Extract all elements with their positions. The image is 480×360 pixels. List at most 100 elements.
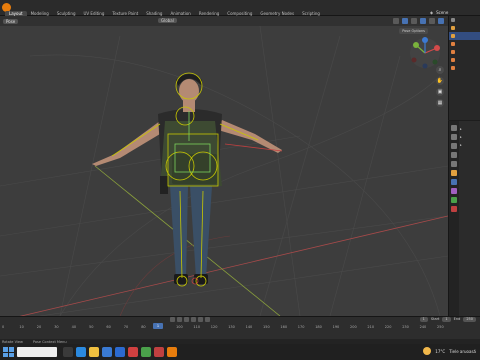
- weather-temp: 17°C: [435, 348, 446, 354]
- edge-browser-icon[interactable]: [76, 347, 86, 357]
- orientation-dropdown[interactable]: Global: [158, 18, 177, 23]
- shading-solid-icon[interactable]: [438, 18, 444, 24]
- data-tab-icon[interactable]: [451, 197, 457, 203]
- ruler-tick: 60: [106, 325, 111, 329]
- pose-options-button[interactable]: Pose Options: [399, 28, 428, 34]
- outliner-row[interactable]: [449, 40, 480, 48]
- xray-icon[interactable]: [420, 18, 426, 24]
- end-label: End: [453, 317, 461, 321]
- ruler-tick: 40: [71, 325, 77, 329]
- media-app-icon[interactable]: [154, 347, 164, 357]
- timeline-ruler[interactable]: 0102030405060708090100110120130140150160…: [0, 325, 448, 331]
- viewport-scene: [0, 25, 448, 316]
- overlay-icon[interactable]: [411, 18, 417, 24]
- playhead[interactable]: 1: [153, 323, 163, 329]
- outliner-row[interactable]: [449, 64, 480, 72]
- mesh-icon: [451, 50, 455, 54]
- collection-icon: [451, 18, 455, 22]
- windows-start-icon[interactable]: [2, 346, 14, 358]
- ruler-tick: 120: [210, 325, 218, 329]
- taskbar-search[interactable]: [17, 347, 57, 357]
- ruler-tick: 160: [280, 325, 288, 329]
- scene-selector[interactable]: ◈ Scene: [430, 8, 478, 16]
- property-row[interactable]: ▸: [460, 125, 480, 133]
- ruler-tick: 0: [2, 325, 5, 329]
- task-view-icon[interactable]: [63, 347, 73, 357]
- file-explorer-icon[interactable]: [89, 347, 99, 357]
- outliner-panel: [448, 16, 480, 120]
- gizmo-toggle-icon[interactable]: [402, 18, 408, 24]
- properties-tabs: [449, 121, 459, 316]
- visibility-icon[interactable]: [393, 18, 399, 24]
- prev-keyframe-icon[interactable]: [177, 317, 182, 322]
- navigation-gizmo[interactable]: [408, 36, 442, 70]
- system-tray: 17°C Tiele aruoasă: [423, 347, 476, 355]
- end-frame-field[interactable]: 250: [463, 317, 476, 322]
- ruler-tick: 110: [193, 325, 201, 329]
- armature-icon: [451, 26, 455, 30]
- bone-tab-icon[interactable]: [451, 206, 457, 212]
- shading-wireframe-icon[interactable]: [429, 18, 435, 24]
- ruler-tick: 170: [297, 325, 305, 329]
- output-tab-icon[interactable]: [451, 143, 457, 149]
- status-hint-context: Pose Context Menu: [32, 339, 67, 344]
- properties-content: ▸ ▸ ▸: [460, 125, 480, 149]
- playback-controls: [170, 317, 210, 322]
- zoom-icon[interactable]: ⌕: [436, 66, 444, 74]
- scene-tab-icon[interactable]: [451, 161, 457, 167]
- mail-icon[interactable]: [115, 347, 125, 357]
- ruler-tick: 190: [332, 325, 340, 329]
- ruler-tick: 140: [245, 325, 253, 329]
- jump-start-icon[interactable]: [170, 317, 175, 322]
- ruler-tick: 240: [419, 325, 427, 329]
- ruler-tick: 220: [384, 325, 392, 329]
- view-layer-tab-icon[interactable]: [451, 152, 457, 158]
- blender-taskbar-icon[interactable]: [167, 347, 177, 357]
- outliner-row[interactable]: [449, 48, 480, 56]
- outliner-row[interactable]: [449, 24, 480, 32]
- constraint-tab-icon[interactable]: [451, 188, 457, 194]
- weather-sun-icon[interactable]: [423, 347, 432, 355]
- grid-view-icon[interactable]: ▦: [436, 99, 444, 107]
- status-hint-rotate: Rotate View: [2, 339, 23, 344]
- frame-range: 1 Start 1 End 250: [419, 317, 476, 322]
- scene-icon: ◈: [430, 9, 434, 15]
- chrome-icon[interactable]: [141, 347, 151, 357]
- camera-icon[interactable]: ▣: [436, 88, 444, 96]
- store-icon[interactable]: [102, 347, 112, 357]
- object-tab-icon[interactable]: [451, 170, 457, 176]
- property-row[interactable]: ▸: [460, 141, 480, 149]
- outliner-row-selected[interactable]: [449, 32, 480, 40]
- jump-end-icon[interactable]: [205, 317, 210, 322]
- outliner-row[interactable]: [449, 16, 480, 24]
- current-frame-field[interactable]: 1: [419, 317, 428, 322]
- mesh-icon: [451, 66, 455, 70]
- ruler-tick: 180: [315, 325, 322, 329]
- render-tab-icon[interactable]: [451, 134, 457, 140]
- ruler-tick: 250: [437, 325, 444, 329]
- ruler-tick: 100: [176, 325, 183, 329]
- mode-dropdown[interactable]: Pose: [3, 18, 19, 24]
- property-row[interactable]: ▸: [460, 133, 480, 141]
- ruler-tick: 70: [123, 325, 129, 329]
- pan-hand-icon[interactable]: ✋: [436, 77, 444, 85]
- ruler-tick: 150: [263, 325, 270, 329]
- outliner-row[interactable]: [449, 56, 480, 64]
- 3d-viewport[interactable]: Pose Global Pose Options ⌕ ✋ ▣ ▦: [0, 16, 448, 316]
- tool-tab-icon[interactable]: [451, 125, 457, 131]
- ruler-tick: 130: [228, 325, 235, 329]
- windows-taskbar: 17°C Tiele aruoasă: [0, 344, 480, 360]
- weather-text[interactable]: Tiele aruoasă: [449, 349, 476, 354]
- ruler-tick: 20: [36, 325, 42, 329]
- ruler-tick: 30: [54, 325, 59, 329]
- modifier-tab-icon[interactable]: [451, 179, 457, 185]
- start-label: Start: [430, 317, 440, 321]
- ruler-tick: 10: [19, 325, 24, 329]
- viewport-tools: [393, 18, 444, 24]
- play-icon[interactable]: [191, 317, 196, 322]
- start-frame-field[interactable]: 1: [442, 317, 451, 322]
- play-reverse-icon[interactable]: [184, 317, 189, 322]
- ruler-tick: 210: [367, 325, 375, 329]
- opera-icon[interactable]: [128, 347, 138, 357]
- next-keyframe-icon[interactable]: [198, 317, 203, 322]
